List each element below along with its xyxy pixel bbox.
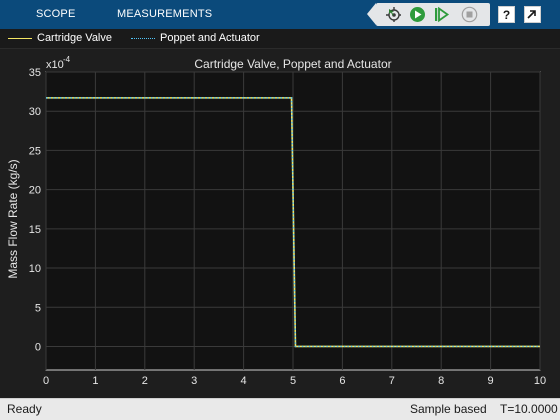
x-tick-label: 6 (339, 375, 345, 387)
tab-scope[interactable]: SCOPE (36, 0, 76, 29)
simulation-controls (367, 3, 490, 26)
help-icon[interactable]: ? (498, 6, 515, 23)
tab-measurements[interactable]: MEASUREMENTS (117, 0, 212, 29)
chart-title: Cartridge Valve, Poppet and Actuator (194, 57, 391, 71)
y-tick-label: 10 (29, 263, 41, 275)
x-tick-label: 5 (290, 375, 296, 387)
y-tick-label: 25 (29, 145, 41, 157)
legend-swatch-solid (8, 38, 32, 39)
x-tick-label: 8 (438, 375, 444, 387)
legend: Cartridge Valve Poppet and Actuator (0, 29, 560, 49)
highlight-signal-icon[interactable] (385, 6, 402, 23)
y-tick-label: 0 (35, 341, 41, 353)
y-tick-label: 30 (29, 106, 41, 118)
legend-label: Poppet and Actuator (160, 32, 260, 44)
x-tick-label: 7 (389, 375, 395, 387)
x-tick-label: 0 (43, 375, 49, 387)
svg-text:?: ? (503, 8, 510, 22)
plot-area: Cartridge Valve, Poppet and Actuator x10… (0, 50, 560, 398)
y-tick-label: 5 (35, 302, 41, 314)
x-tick-label: 9 (488, 375, 494, 387)
run-icon[interactable] (409, 6, 426, 23)
simulation-time: T=10.0000 (500, 402, 558, 416)
stop-icon[interactable] (461, 6, 478, 23)
y-tick-label: 15 (29, 224, 41, 236)
y-exponent-label: x10 (46, 59, 64, 71)
undock-icon[interactable] (524, 6, 541, 23)
scope-axes[interactable]: Cartridge Valve, Poppet and Actuator x10… (0, 50, 560, 398)
x-tick-label: 4 (241, 375, 247, 387)
x-tick-label: 3 (191, 375, 197, 387)
y-exponent-power: -4 (63, 55, 71, 64)
x-tick-label: 2 (142, 375, 148, 387)
legend-label: Cartridge Valve (37, 32, 112, 44)
status-bar: Ready Sample based T=10.0000 (0, 398, 560, 420)
step-forward-icon[interactable] (433, 6, 450, 23)
sampling-mode: Sample based (410, 402, 487, 416)
x-tick-label: 1 (92, 375, 98, 387)
y-tick-label: 20 (29, 185, 41, 197)
y-tick-label: 35 (29, 67, 41, 79)
x-tick-label: 10 (534, 375, 546, 387)
toolstrip: SCOPE MEASUREMENTS ? (0, 0, 560, 29)
status-text: Ready (7, 402, 42, 416)
y-axis-label: Mass Flow Rate (kg/s) (6, 159, 20, 278)
legend-swatch-dotted (131, 38, 155, 39)
